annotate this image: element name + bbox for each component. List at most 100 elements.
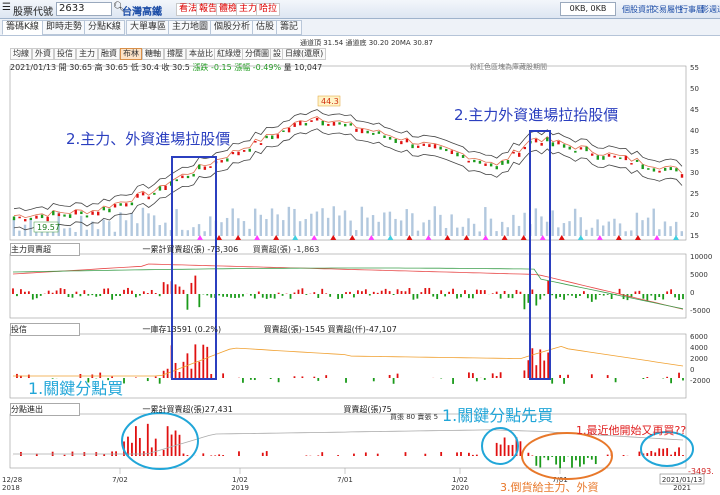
volume-bar bbox=[495, 231, 498, 236]
tool-margin[interactable]: 融資 bbox=[98, 48, 120, 60]
annotation-red-note: 1.最近他開始又再買?? bbox=[576, 424, 687, 437]
candle bbox=[355, 128, 358, 132]
volume-bar bbox=[169, 229, 173, 236]
tab-valuation[interactable]: 估股 bbox=[252, 20, 279, 35]
branch-bar bbox=[503, 437, 506, 456]
trust-bar bbox=[392, 378, 395, 384]
trust-bar bbox=[563, 378, 565, 384]
period-select[interactable]: 日線(還原) bbox=[282, 48, 327, 60]
branch-bar bbox=[654, 452, 657, 456]
volume-bar bbox=[489, 218, 493, 236]
volume-bar bbox=[315, 211, 319, 236]
panel2-legend-bar: 買賣超(張) -1,863 bbox=[252, 245, 320, 254]
panel3-legend-cum: 一庫存13591 (0.2%) bbox=[142, 325, 222, 334]
tab-realtime[interactable]: 即時走勢 bbox=[42, 20, 87, 35]
candle bbox=[377, 131, 381, 134]
tool-foreign[interactable]: 外資 bbox=[32, 48, 54, 60]
button-chat[interactable]: 哈拉 bbox=[256, 3, 281, 16]
main-force-bar bbox=[360, 291, 363, 294]
volume-bar bbox=[220, 222, 223, 236]
volume-bar bbox=[332, 206, 335, 236]
candle bbox=[596, 155, 599, 160]
candle bbox=[276, 134, 280, 139]
tool-axis[interactable]: 糖軸 bbox=[142, 48, 164, 60]
menu-icon[interactable]: ☰ bbox=[2, 2, 11, 13]
tab-stock-analysis[interactable]: 個股分析 bbox=[210, 20, 255, 35]
link-notify[interactable]: 影週通知 bbox=[701, 4, 720, 15]
volume-bar bbox=[237, 218, 240, 236]
volume-bar bbox=[394, 218, 397, 236]
tool-price-dist[interactable]: 分價圖 bbox=[242, 48, 272, 60]
event-marker bbox=[482, 235, 489, 240]
link-trade-attr[interactable]: 交易屬性 bbox=[651, 4, 683, 15]
volume-bar bbox=[568, 221, 571, 236]
main-force-bar bbox=[448, 291, 450, 294]
trust-bar bbox=[162, 370, 165, 378]
main-force-bar bbox=[539, 294, 542, 300]
volume-bar bbox=[630, 230, 633, 236]
volume-bar bbox=[540, 216, 543, 236]
main-force-bar bbox=[297, 289, 300, 294]
tool-pe[interactable]: 本益比 bbox=[186, 48, 216, 60]
candle bbox=[680, 174, 684, 178]
trust-bar bbox=[325, 375, 328, 378]
branch-bar bbox=[150, 447, 153, 456]
candle bbox=[624, 156, 628, 161]
volume-bar bbox=[186, 230, 190, 236]
tool-main-force[interactable]: 主力 bbox=[76, 48, 98, 60]
volume-bar bbox=[427, 219, 431, 236]
candle bbox=[607, 154, 611, 157]
candle bbox=[46, 216, 49, 222]
branch-bar bbox=[170, 434, 173, 456]
branch-bar bbox=[515, 437, 518, 456]
main-force-bar bbox=[618, 288, 621, 294]
tab-main-force-map[interactable]: 主力地圖 bbox=[168, 20, 213, 35]
volume-bar bbox=[282, 220, 285, 236]
volume-bar bbox=[545, 221, 549, 236]
tool-ma[interactable]: 均線 bbox=[10, 48, 32, 60]
candle bbox=[85, 215, 89, 218]
candle bbox=[327, 123, 330, 126]
panel4-select[interactable]: 分點進出 bbox=[10, 403, 80, 416]
branch-bar bbox=[83, 452, 86, 456]
trust-bar bbox=[678, 372, 680, 378]
trust-bar bbox=[531, 348, 534, 378]
tab-chip-kline[interactable]: 籌碼K線 bbox=[2, 20, 43, 35]
main-force-bar bbox=[388, 291, 391, 294]
event-marker bbox=[596, 235, 603, 240]
branch-bar bbox=[337, 455, 339, 456]
main-force-bar bbox=[475, 289, 478, 294]
branch-bar bbox=[166, 426, 169, 456]
link-stock-info[interactable]: 個股資訊 bbox=[622, 4, 654, 15]
main-force-bar bbox=[249, 294, 252, 296]
main-force-bar bbox=[341, 294, 343, 299]
volume-bar bbox=[96, 229, 100, 236]
panel2-select[interactable]: 主力買賣超 bbox=[10, 243, 80, 256]
candle bbox=[231, 152, 235, 155]
event-marker bbox=[653, 235, 660, 240]
branch-bar bbox=[210, 455, 213, 456]
panel2-axis-label: 10000 bbox=[690, 253, 712, 261]
tool-traffic-light[interactable]: 紅綠燈 bbox=[214, 48, 244, 60]
tab-branch-kline[interactable]: 分點K線 bbox=[84, 20, 125, 35]
volume-bar bbox=[130, 212, 133, 236]
x-axis-year: 2020 bbox=[451, 484, 469, 492]
tab-big-orders[interactable]: 大單專區 bbox=[126, 20, 171, 35]
main-force-bar bbox=[293, 292, 296, 294]
panel3-select[interactable]: 投信 bbox=[10, 323, 80, 336]
tool-trust[interactable]: 投信 bbox=[54, 48, 76, 60]
branch-bar bbox=[555, 456, 558, 465]
branch-bar bbox=[218, 454, 221, 456]
candle bbox=[416, 145, 420, 148]
panel3-axis-label: -2000 bbox=[690, 377, 710, 385]
tool-bollinger[interactable]: 布林 bbox=[120, 48, 142, 60]
candle bbox=[551, 142, 555, 147]
main-force-bar bbox=[238, 294, 240, 298]
tab-notes[interactable]: 籌記 bbox=[276, 20, 303, 35]
volume-bar bbox=[209, 216, 212, 236]
stock-code-input[interactable]: 2633 bbox=[56, 2, 112, 16]
tool-support[interactable]: 撐壓 bbox=[164, 48, 186, 60]
x-axis-label: 1/02 bbox=[232, 476, 248, 484]
annotation-circle-orange bbox=[521, 432, 613, 480]
main-force-bar bbox=[392, 294, 395, 296]
